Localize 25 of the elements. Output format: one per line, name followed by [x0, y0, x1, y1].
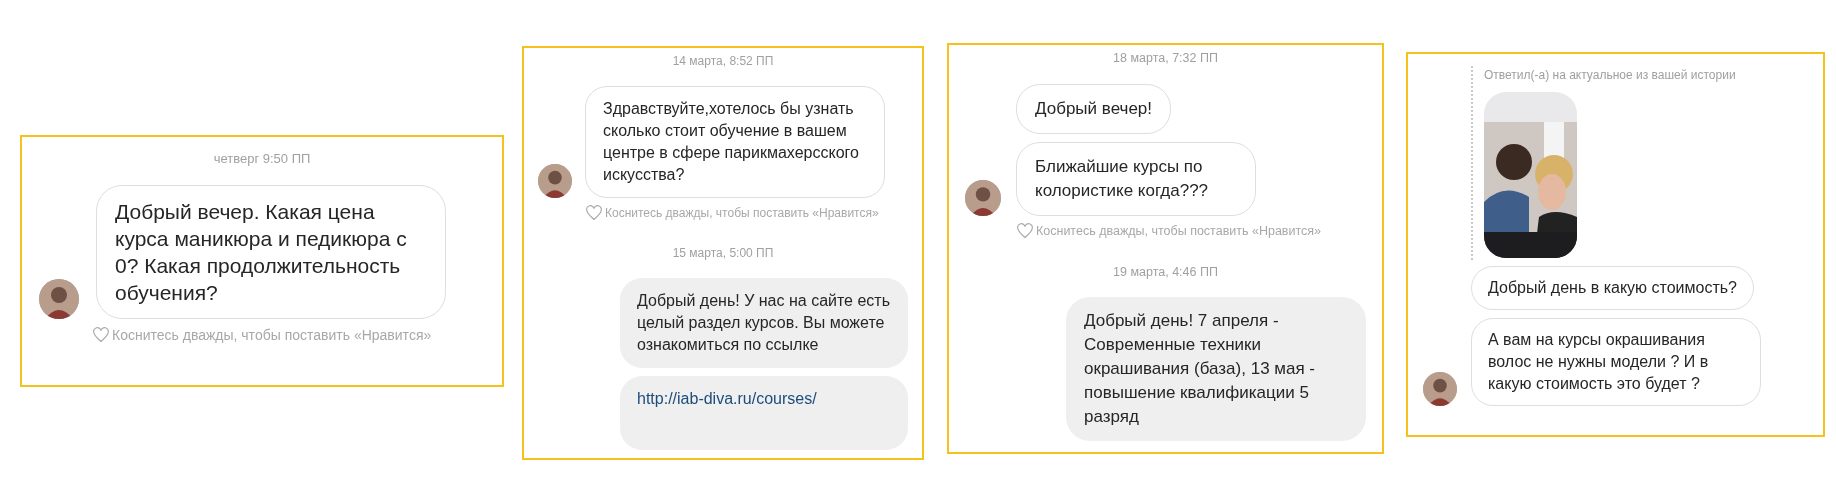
heart-icon[interactable]	[1016, 223, 1034, 240]
message-bubble: Здравствуйте,хотелось бы узнать сколько стоит обучение в вашем центре в сфере парикмахерсского искусства?	[585, 86, 885, 198]
heart-icon[interactable]	[585, 205, 603, 221]
like-hint: Коснитесь дважды, чтобы поставить «Нравится»	[605, 205, 879, 222]
avatar	[39, 278, 79, 319]
like-hint: Коснитесь дважды, чтобы поставить «Нравится»	[1036, 222, 1322, 240]
timestamp: 18 марта, 7:32 ПП	[1112, 50, 1219, 67]
timestamp: 15 марта, 5:00 ПП	[671, 245, 775, 262]
timestamp: 19 марта, 4:46 ПП	[1112, 263, 1219, 281]
message-bubble: А вам на курсы окрашивания волос не нужны модели ? И в какую стоимость это будет ?	[1471, 318, 1761, 406]
message-bubble: Добрый вечер. Какая цена курса маникюра и педикюра с 0? Какая продолжительность обучения?	[96, 184, 446, 319]
avatar	[537, 164, 572, 198]
timestamp: 14 марта, 8:52 ПП	[671, 53, 775, 70]
avatar	[1422, 372, 1457, 406]
reply-caption: Ответил(-а) на актуальное из вашей истории	[1484, 67, 1737, 84]
link-message[interactable]: http://iab-diva.ru/courses/	[620, 376, 908, 450]
message-bubble: Добрый день в какую стоимость?	[1471, 266, 1754, 310]
message-bubble: Ближайшие курсы по колористике когда???	[1016, 141, 1256, 216]
like-hint: Коснитесь дважды, чтобы поставить «Нравится»	[112, 325, 432, 345]
message-bubble: Добрый день! У нас на сайте есть целый раздел курсов. Вы можете ознакомиться по ссылке	[620, 278, 908, 368]
message-bubble: Добрый день! 7 апреля - Современные техники окрашивания (база), 13 мая - повышение квалификации 5 разряд	[1066, 297, 1366, 442]
heart-icon[interactable]	[92, 327, 110, 343]
timestamp: четверг 9:50 ПП	[212, 150, 312, 168]
avatar	[964, 179, 1001, 216]
message-bubble: Добрый вечер!	[1016, 83, 1171, 134]
